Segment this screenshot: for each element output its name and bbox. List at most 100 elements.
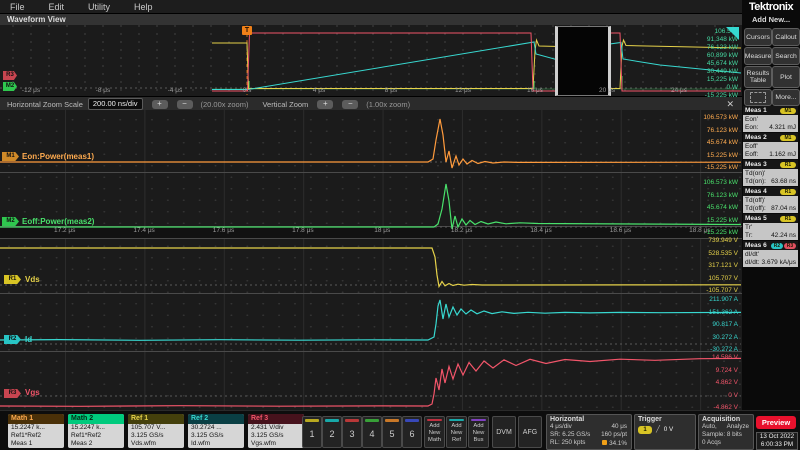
meas-4-source-badge: R1 bbox=[780, 189, 796, 195]
menu-edit[interactable]: Edit bbox=[39, 2, 79, 12]
trigger-title: Trigger bbox=[635, 415, 695, 423]
h-window: 40 μs bbox=[611, 423, 627, 431]
meas-2-title: Meas 2 bbox=[743, 134, 767, 141]
channel-1-color bbox=[305, 419, 319, 422]
ref1-samplerate: 3.125 GS/s bbox=[128, 432, 184, 440]
preview-button[interactable]: Preview bbox=[756, 416, 796, 429]
search-button[interactable]: Search bbox=[772, 47, 800, 65]
v-zoom-minus-button[interactable]: − bbox=[342, 100, 358, 109]
channel-4-label: 4 bbox=[363, 429, 381, 439]
h-zoom-minus-button[interactable]: − bbox=[177, 100, 193, 109]
tektronix-logo: Tektronix bbox=[742, 1, 800, 13]
measure-button[interactable]: Measure bbox=[744, 47, 772, 65]
cursors-button[interactable]: Cursors bbox=[744, 28, 772, 46]
ref1-card-title: Ref 1 bbox=[128, 414, 184, 424]
meas-3-block[interactable]: Meas 3 R1 Td(on)' Td(on): 63.68 ns bbox=[743, 160, 798, 186]
h-zoom-factor: (20.00x zoom) bbox=[201, 100, 249, 109]
screen-capture-button[interactable] bbox=[744, 89, 772, 106]
channel-2-button[interactable]: 2 bbox=[322, 416, 342, 448]
id-trace-label[interactable]: Id bbox=[25, 335, 32, 344]
channel-6-label: 6 bbox=[403, 429, 421, 439]
channel-5-color bbox=[385, 419, 399, 422]
meas-6-source-badge-2: R3 bbox=[784, 243, 796, 249]
add-new-ref-button[interactable]: Add New Ref bbox=[446, 416, 467, 448]
channel-3-button[interactable]: 3 bbox=[342, 416, 362, 448]
id-zoom-trace bbox=[0, 300, 741, 340]
horizontal-title: Horizontal bbox=[547, 415, 631, 423]
afg-button[interactable]: AFG bbox=[518, 416, 542, 448]
v-zoom-plus-button[interactable]: + bbox=[317, 100, 333, 109]
overview-plot[interactable]: T R3 M2 -12 μs-8 μs -4 μs0 s 4 μs8 μs 12… bbox=[0, 25, 742, 97]
results-table-button[interactable]: Results Table bbox=[744, 66, 772, 88]
acq-count: 0 Acqs bbox=[702, 439, 721, 447]
math1-source: Meas 1 bbox=[8, 440, 64, 448]
math2-card[interactable]: Math 2 15.2247 k... Ref1*Ref2 Meas 2 bbox=[68, 414, 124, 448]
ref2-filename: Id.wfm bbox=[188, 440, 244, 448]
channel-5-button[interactable]: 5 bbox=[382, 416, 402, 448]
dvm-button[interactable]: DVM bbox=[492, 416, 516, 448]
zoom-window-box[interactable] bbox=[555, 26, 611, 96]
math2-source: Meas 2 bbox=[68, 440, 124, 448]
meas-6-title: Meas 6 bbox=[743, 242, 767, 249]
ref3-filename: Vgs.wfm bbox=[248, 440, 304, 448]
meas-5-line1: Tr' bbox=[745, 224, 752, 231]
close-zoom-icon[interactable]: ✕ bbox=[726, 99, 734, 110]
add-new-bus-button[interactable]: Add New Bus bbox=[468, 416, 489, 448]
meas-2-line1: Eoff' bbox=[745, 143, 758, 150]
ref2-card[interactable]: Ref 2 30.2724 ... 3.125 GS/s Id.wfm bbox=[188, 414, 244, 448]
menu-help[interactable]: Help bbox=[124, 2, 167, 12]
meas-2-block[interactable]: Meas 2 M1 Eoff' Eoff: 1.162 mJ bbox=[743, 133, 798, 159]
h-resolution: 160 ps/pt bbox=[601, 431, 627, 439]
meas-1-block[interactable]: Meas 1 M1 Eon' Eon: 4.321 mJ bbox=[743, 106, 798, 132]
trigger-slope-icon: ╱ bbox=[656, 426, 660, 434]
acquisition-panel[interactable]: Acquisition Auto,Analyze Sample: 8 bits … bbox=[698, 414, 754, 450]
trigger-flag[interactable]: T bbox=[242, 26, 252, 35]
h-zoom-scale-value[interactable]: 200.00 ns/div bbox=[88, 98, 143, 110]
trigger-panel[interactable]: Trigger 1 ╱ 0 V bbox=[634, 414, 696, 450]
channel-4-button[interactable]: 4 bbox=[362, 416, 382, 448]
h-scale: 4 μs/div bbox=[550, 423, 572, 431]
meas-1-line1: Eon' bbox=[745, 116, 758, 123]
id-overview-trace bbox=[212, 42, 741, 90]
math1-card[interactable]: Math 1 15.2247 k... Ref1*Ref2 Meas 1 bbox=[8, 414, 64, 448]
acq-sample-bits: Sample: 8 bits bbox=[702, 431, 742, 439]
math2-expression: Ref1*Ref2 bbox=[68, 432, 124, 440]
meas-3-source-badge: R1 bbox=[780, 162, 796, 168]
math1-scale: 15.2247 k... bbox=[8, 424, 64, 432]
add-new-math-button[interactable]: Add New Math bbox=[424, 416, 445, 448]
tab-waveform-view[interactable]: Waveform View bbox=[0, 15, 66, 24]
acq-mode: Auto, bbox=[702, 423, 717, 431]
vgs-trace-label[interactable]: Vgs bbox=[25, 388, 40, 397]
meas-5-label: Tr: bbox=[745, 232, 753, 239]
zoom-plot-area[interactable]: 17.2 μs17.4 μs 17.6 μs17.8 μs 18 μs18.2 … bbox=[0, 110, 742, 410]
menu-file[interactable]: File bbox=[0, 2, 39, 12]
eon-trace-label[interactable]: Eon:Power(meas1) bbox=[22, 152, 94, 161]
meas-6-block[interactable]: Meas 6 R2 R3 dI/dt' dI/dt: 3.679 kA/μs bbox=[743, 241, 798, 267]
meas-2-value: 1.162 mJ bbox=[769, 151, 796, 158]
channel-1-button[interactable]: 1 bbox=[302, 416, 322, 448]
vds-trace-label[interactable]: Vds bbox=[25, 275, 40, 284]
meas-5-source-badge: R1 bbox=[780, 216, 796, 222]
more-button[interactable]: More... bbox=[772, 89, 800, 106]
eoff-trace-label[interactable]: Eoff:Power(meas2) bbox=[22, 217, 94, 226]
callout-button[interactable]: Callout bbox=[772, 28, 800, 46]
meas-5-value: 42.24 ns bbox=[771, 232, 796, 239]
plot-button[interactable]: Plot bbox=[772, 66, 800, 88]
h-zoom-plus-button[interactable]: + bbox=[152, 100, 168, 109]
meas-6-value: 3.679 kA/μs bbox=[762, 259, 796, 266]
ref1-card[interactable]: Ref 1 105.707 V... 3.125 GS/s Vds.wfm bbox=[128, 414, 184, 448]
horizontal-panel[interactable]: Horizontal 4 μs/div 40 μs SR: 6.25 GS/s 16… bbox=[546, 414, 632, 450]
add-math-color bbox=[427, 419, 442, 421]
h-samplerate: SR: 6.25 GS/s bbox=[550, 431, 590, 439]
menu-utility[interactable]: Utility bbox=[78, 2, 124, 12]
channel-6-button[interactable]: 6 bbox=[402, 416, 422, 448]
zoom-overview-icon[interactable] bbox=[726, 27, 739, 40]
ref3-card[interactable]: Ref 3 2.431 V/div 3.125 GS/s Vgs.wfm bbox=[248, 414, 304, 448]
add-ref-color bbox=[449, 419, 464, 421]
meas-5-block[interactable]: Meas 5 R1 Tr' Tr: 42.24 ns bbox=[743, 214, 798, 240]
channel-1-label: 1 bbox=[303, 429, 321, 439]
channel-2-label: 2 bbox=[323, 429, 341, 439]
h-recordlength: RL: 250 kpts bbox=[550, 439, 585, 448]
meas-2-label: Eoff: bbox=[745, 151, 758, 158]
meas-4-block[interactable]: Meas 4 R1 Td(off)' Td(off): 87.04 ns bbox=[743, 187, 798, 213]
